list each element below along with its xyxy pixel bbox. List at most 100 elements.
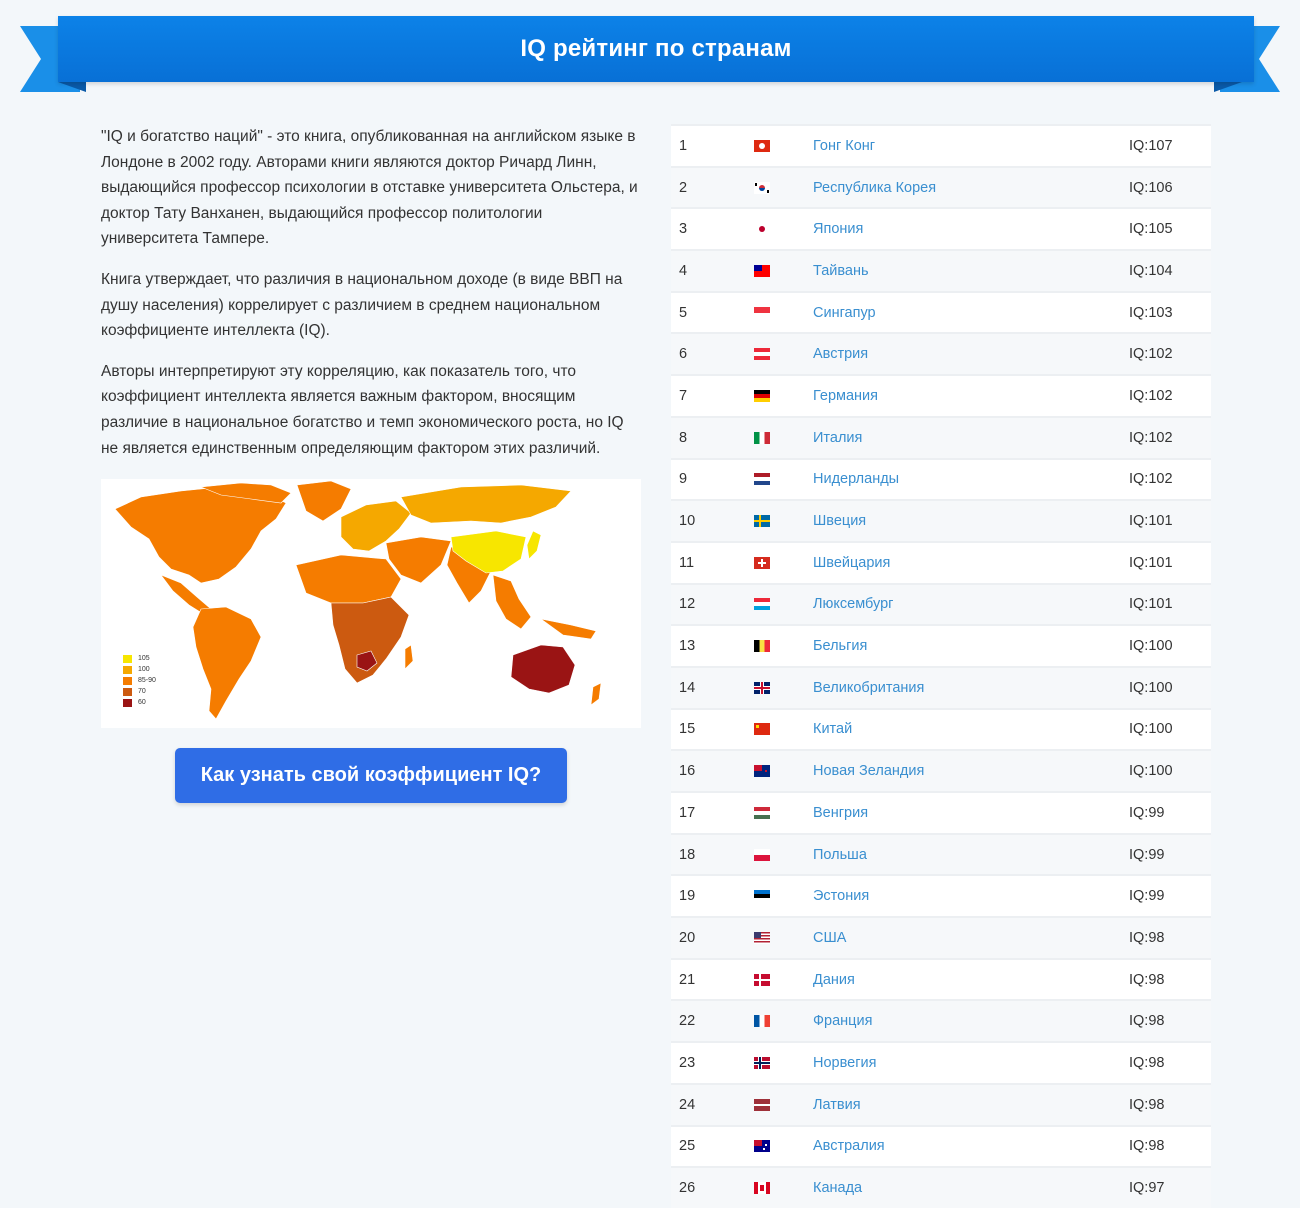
country-link[interactable]: Швейцария [813,555,1129,571]
iq-value: IQ:98 [1129,929,1165,946]
de-flag-icon [754,389,770,402]
country-link[interactable]: Норвегия [813,1055,1129,1071]
table-row: 13 Бельгия IQ:100 [671,624,1211,666]
rank-cell: 23 [679,1054,696,1071]
page-title: IQ рейтинг по странам [520,35,792,62]
country-link[interactable]: Латвия [813,1097,1129,1113]
legend-swatch [123,654,132,663]
country-link[interactable]: Венгрия [813,805,1129,821]
flag-cell [754,1182,813,1195]
flag-cell [754,1098,813,1111]
country-link[interactable]: Италия [813,430,1129,446]
flag-cell [754,264,813,277]
how-to-know-iq-button[interactable]: Как узнать свой коэффициент IQ? [174,748,568,804]
rank-cell: 14 [679,679,696,696]
table-row: 12 Люксембург IQ:101 [671,582,1211,625]
kr-flag-icon [754,181,770,194]
it-flag-icon [754,431,770,444]
legend-swatch [123,676,132,685]
rank-cell: 10 [679,513,696,530]
country-link[interactable]: Канада [813,1180,1129,1196]
table-row: 26 Канада IQ:97 [671,1166,1211,1208]
jp-flag-icon [754,223,770,236]
country-link[interactable]: Япония [813,221,1129,237]
country-link[interactable]: Бельгия [813,638,1129,654]
rank-cell: 13 [679,638,696,655]
se-flag-icon [754,515,770,528]
country-link[interactable]: Китай [813,721,1129,737]
country-link[interactable]: Эстония [813,888,1129,904]
flag-cell [754,931,813,944]
intro-section: "IQ и богатство наций" - это книга, опуб… [101,124,641,804]
flag-cell [754,765,813,778]
legend-label: 60 [138,699,146,707]
be-flag-icon [754,640,770,653]
rank-cell: 19 [679,888,696,905]
legend-swatch [123,687,132,696]
table-row: 11 Швейцария IQ:101 [671,540,1211,583]
rank-cell: 26 [679,1180,696,1197]
rank-cell: 22 [679,1013,696,1030]
iq-value: IQ:98 [1129,971,1165,988]
table-row: 9 Нидерланды IQ:102 [671,457,1211,500]
world-map-image [114,480,602,720]
country-link[interactable]: Швеция [813,513,1129,529]
cta-container: Как узнать свой коэффициент IQ? [101,748,641,804]
rank-cell: 21 [679,971,696,988]
country-link[interactable]: Нидерланды [813,471,1129,487]
country-link[interactable]: Сингапур [813,305,1129,321]
flag-cell [754,1015,813,1028]
rank-cell: 4 [679,262,688,279]
iq-value: IQ:99 [1129,804,1165,821]
country-link[interactable]: Люксембург [813,596,1129,612]
table-row: 6 Австрия IQ:102 [671,332,1211,375]
flag-cell [754,598,813,611]
iq-value: IQ:102 [1129,429,1173,446]
flag-cell [754,1056,813,1069]
header-banner: IQ рейтинг по странам [58,16,1254,82]
rank-cell: 20 [679,929,696,946]
table-row: 25 Австралия IQ:98 [671,1124,1211,1167]
country-link[interactable]: Великобритания [813,680,1129,696]
rank-cell: 8 [679,429,688,446]
rank-cell: 7 [679,387,688,404]
pl-flag-icon [754,848,770,861]
legend-label: 85-90 [138,677,156,685]
flag-cell [754,640,813,653]
table-row: 19 Эстония IQ:99 [671,874,1211,917]
legend-label: 105 [138,655,150,663]
gb-flag-icon [754,681,770,694]
iq-value: IQ:102 [1129,346,1173,363]
country-link[interactable]: Тайвань [813,263,1129,279]
country-link[interactable]: Франция [813,1013,1129,1029]
iq-value: IQ:99 [1129,888,1165,905]
flag-cell [754,181,813,194]
country-link[interactable]: Австрия [813,346,1129,362]
iq-value: IQ:98 [1129,1138,1165,1155]
legend-item: 70 [123,686,156,697]
rank-cell: 2 [679,179,688,196]
country-link[interactable]: Новая Зеландия [813,763,1129,779]
table-row: 15 Китай IQ:100 [671,707,1211,750]
nz-flag-icon [754,765,770,778]
iq-value: IQ:98 [1129,1096,1165,1113]
country-link[interactable]: Польша [813,847,1129,863]
iq-ranking-table: 1 Гонг Конг IQ:107 2 Республика Корея IQ:106 3… [671,124,1211,1208]
flag-cell [754,806,813,819]
flag-cell [754,348,813,361]
table-row: 14 Великобритания IQ:100 [671,665,1211,708]
country-link[interactable]: Австралия [813,1138,1129,1154]
dk-flag-icon [754,973,770,986]
country-link[interactable]: Германия [813,388,1129,404]
rank-cell: 1 [679,137,688,154]
rank-cell: 16 [679,763,696,780]
au-flag-icon [754,1140,770,1153]
table-row: 23 Норвегия IQ:98 [671,1041,1211,1083]
country-link[interactable]: Дания [813,972,1129,988]
country-link[interactable]: Республика Корея [813,180,1129,196]
nl-flag-icon [754,473,770,486]
country-link[interactable]: США [813,930,1129,946]
rank-cell: 3 [679,221,688,238]
country-link[interactable]: Гонг Конг [813,138,1129,154]
rank-cell: 24 [679,1096,696,1113]
